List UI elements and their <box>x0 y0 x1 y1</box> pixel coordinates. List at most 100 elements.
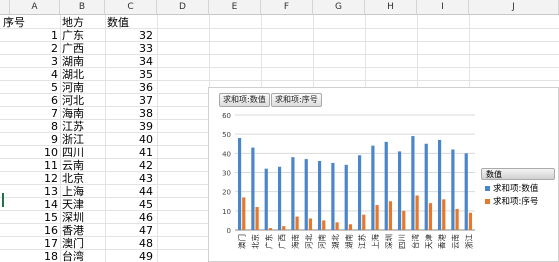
bar-sum-value[interactable] <box>464 153 468 230</box>
row-value[interactable]: 40 <box>105 133 153 146</box>
bar-sum-id[interactable] <box>388 201 393 230</box>
row-value[interactable]: 34 <box>105 55 153 68</box>
row-id[interactable]: 11 <box>10 159 58 172</box>
bar-sum-value[interactable] <box>411 136 415 230</box>
row-value[interactable]: 47 <box>105 224 153 237</box>
row-id[interactable]: 2 <box>10 42 58 55</box>
row-id[interactable]: 15 <box>10 211 58 224</box>
bar-sum-id[interactable] <box>375 205 379 230</box>
bar-sum-id[interactable] <box>468 212 473 230</box>
bar-sum-id[interactable] <box>415 195 419 231</box>
column-header-b[interactable]: B <box>60 0 105 14</box>
bar-sum-value[interactable] <box>371 145 375 230</box>
bar-sum-id[interactable] <box>295 216 299 230</box>
column-header-a[interactable]: A <box>10 0 60 14</box>
row-id[interactable]: 13 <box>10 185 58 198</box>
row-id[interactable]: 16 <box>10 224 58 237</box>
row-place[interactable]: 海南 <box>62 107 84 120</box>
bar-sum-value[interactable] <box>291 157 295 230</box>
bar-sum-value[interactable] <box>384 141 388 230</box>
column-header-g[interactable]: G <box>313 0 365 14</box>
row-id[interactable]: 18 <box>10 250 58 262</box>
row-value[interactable]: 35 <box>105 68 153 81</box>
bar-sum-value[interactable] <box>304 159 308 230</box>
row-place[interactable]: 河南 <box>62 81 84 94</box>
row-value[interactable]: 32 <box>105 29 153 42</box>
row-id[interactable]: 12 <box>10 172 58 185</box>
row-id[interactable]: 4 <box>10 68 58 81</box>
row-place[interactable]: 四川 <box>62 146 84 159</box>
bar-sum-id[interactable] <box>442 199 446 230</box>
bar-sum-value[interactable] <box>331 162 335 230</box>
bar-sum-value[interactable] <box>397 151 402 230</box>
corner-cell[interactable] <box>0 0 10 14</box>
column-header-h[interactable]: H <box>365 0 417 14</box>
row-id[interactable]: 3 <box>10 55 58 68</box>
row-id[interactable]: 6 <box>10 94 58 107</box>
bar-sum-value[interactable] <box>277 166 282 230</box>
legend-title[interactable]: 数值 <box>481 168 555 180</box>
legend[interactable]: 数值 求和项:数值 求和项:序号 <box>481 168 557 210</box>
bar-sum-id[interactable] <box>268 228 273 230</box>
header-id[interactable]: 序号 <box>3 16 25 29</box>
row-place[interactable]: 深圳 <box>62 211 84 224</box>
row-place[interactable]: 江苏 <box>62 120 84 133</box>
row-place[interactable]: 云南 <box>62 159 84 172</box>
row-id[interactable]: 1 <box>10 29 58 42</box>
row-id[interactable]: 17 <box>10 237 58 250</box>
bar-sum-value[interactable] <box>251 147 255 230</box>
row-value[interactable]: 48 <box>105 237 153 250</box>
bar-sum-value[interactable] <box>317 161 322 230</box>
column-header-i[interactable]: I <box>417 0 469 14</box>
row-id[interactable]: 9 <box>10 133 58 146</box>
column-header-e[interactable]: E <box>209 0 261 14</box>
row-place[interactable]: 上海 <box>62 185 84 198</box>
row-value[interactable]: 38 <box>105 107 153 120</box>
row-place[interactable]: 湖北 <box>62 68 84 81</box>
bar-sum-value[interactable] <box>357 155 362 230</box>
row-place[interactable]: 广东 <box>62 29 84 42</box>
row-value[interactable]: 49 <box>105 250 153 262</box>
bar-sum-value[interactable] <box>437 139 442 230</box>
row-id[interactable]: 14 <box>10 198 58 211</box>
row-value[interactable]: 37 <box>105 94 153 107</box>
bar-sum-id[interactable] <box>322 220 326 230</box>
bar-sum-id[interactable] <box>242 197 246 230</box>
column-header-d[interactable]: D <box>157 0 209 14</box>
row-id[interactable]: 5 <box>10 81 58 94</box>
row-place[interactable]: 湖南 <box>62 55 84 68</box>
row-id[interactable]: 8 <box>10 120 58 133</box>
row-place[interactable]: 澳门 <box>62 237 84 250</box>
row-place[interactable]: 天津 <box>62 198 84 211</box>
column-header-j[interactable]: J <box>469 0 559 14</box>
bar-sum-value[interactable] <box>344 164 348 230</box>
bar-sum-id[interactable] <box>308 218 313 231</box>
bar-sum-value[interactable] <box>451 149 455 231</box>
row-value[interactable]: 45 <box>105 198 153 211</box>
row-value[interactable]: 44 <box>105 185 153 198</box>
bar-sum-id[interactable] <box>455 208 459 230</box>
row-value[interactable]: 39 <box>105 120 153 133</box>
bar-sum-id[interactable] <box>362 214 366 230</box>
bar-sum-id[interactable] <box>282 226 286 230</box>
row-id[interactable]: 10 <box>10 146 58 159</box>
bar-sum-id[interactable] <box>335 222 339 230</box>
bar-sum-id[interactable] <box>255 207 259 230</box>
bar-sum-value[interactable] <box>237 138 242 230</box>
row-value[interactable]: 33 <box>105 42 153 55</box>
row-value[interactable]: 43 <box>105 172 153 185</box>
column-header-c[interactable]: C <box>105 0 157 14</box>
bar-sum-value[interactable] <box>264 168 268 230</box>
row-place[interactable]: 台湾 <box>62 250 84 262</box>
bar-sum-id[interactable] <box>428 203 433 230</box>
row-value[interactable]: 42 <box>105 159 153 172</box>
header-place[interactable]: 地方 <box>62 16 84 29</box>
column-header-f[interactable]: F <box>261 0 313 14</box>
row-place[interactable]: 北京 <box>62 172 84 185</box>
row-id[interactable]: 7 <box>10 107 58 120</box>
pivot-chart[interactable]: 求和项:数值 求和项:序号 0 10 20 30 40 50 60 澳门 北京 广东 广西 海南 河北河… <box>208 87 559 262</box>
bar-sum-id[interactable] <box>402 210 406 230</box>
row-value[interactable]: 41 <box>105 146 153 159</box>
bar-sum-id[interactable] <box>348 224 353 230</box>
row-place[interactable]: 广西 <box>62 42 84 55</box>
